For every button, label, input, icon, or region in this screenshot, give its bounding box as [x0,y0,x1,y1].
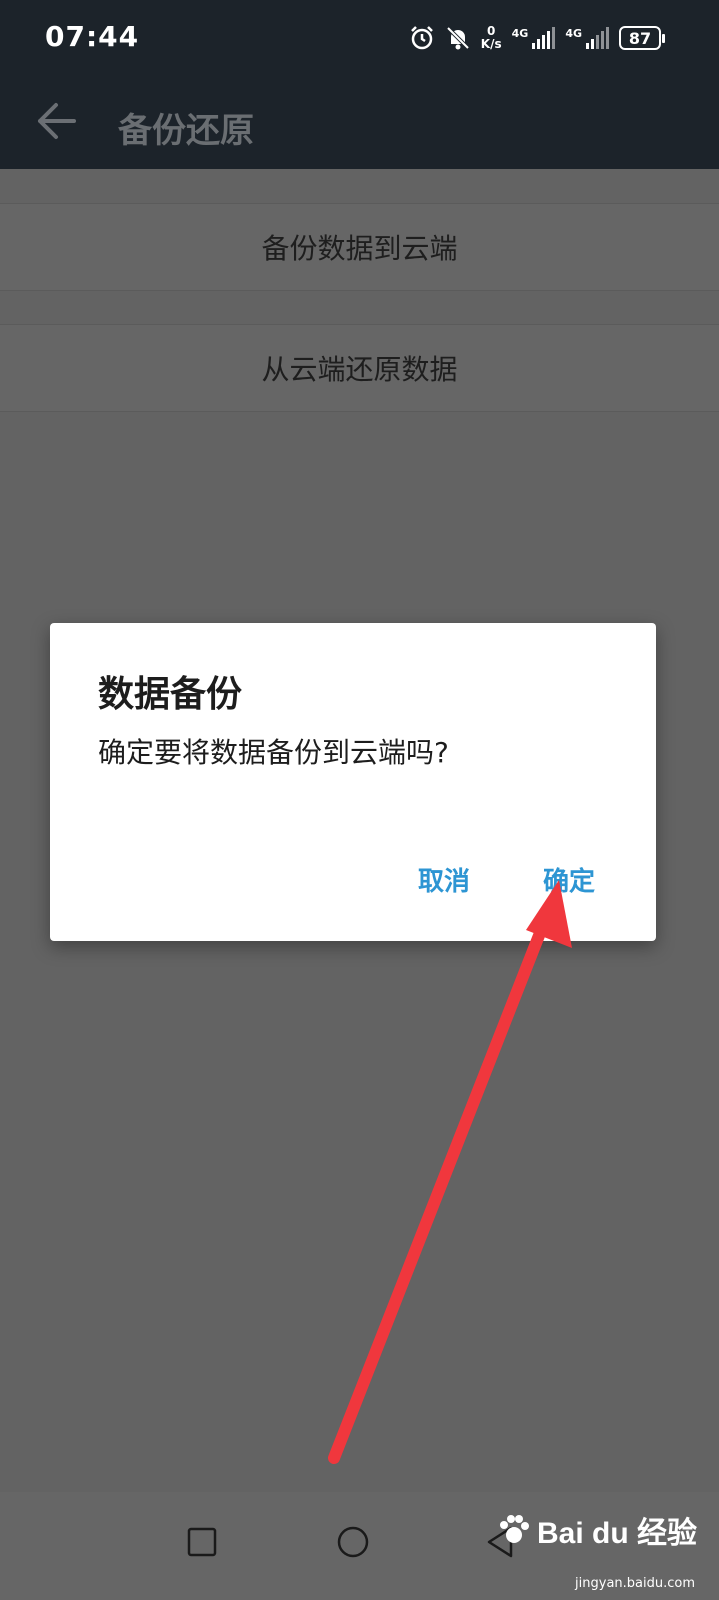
status-icons: 0 K/s 4G 4G 87 [409,20,665,56]
watermark-brand: Bai du 经验 [536,1517,697,1550]
backup-to-cloud-item[interactable]: 备份数据到云端 [0,203,719,291]
recent-apps-button[interactable] [172,1512,232,1572]
sim2-label: 4G [565,27,582,40]
backup-confirm-dialog: 数据备份 确定要将数据备份到云端吗? 取消 确定 [50,623,656,941]
battery-icon: 87 [619,26,665,50]
cancel-button[interactable]: 取消 [418,861,470,898]
square-icon [187,1527,217,1557]
app-header: 备份还原 [0,76,719,169]
sim1-label: 4G [511,27,529,40]
home-button[interactable] [323,1512,383,1572]
mute-icon [446,26,470,50]
restore-from-cloud-item[interactable]: 从云端还原数据 [0,324,719,412]
baidu-watermark: Bai du 经验 [497,1508,697,1552]
list-item-label: 备份数据到云端 [261,232,458,265]
dialog-message: 确定要将数据备份到云端吗? [98,736,449,769]
alarm-icon [410,26,433,50]
signal-icon: 4G [512,27,556,49]
paw-logo-icon [499,1515,529,1543]
battery-level: 87 [628,28,652,48]
page-title: 备份还原 [118,111,254,151]
status-bar: 07:44 0 K/s 4G 4G 87 [0,0,719,76]
network-speed: 0 K/s [481,25,502,51]
list-item-label: 从云端还原数据 [261,353,458,386]
signal-icon: 4G [565,27,609,49]
confirm-button[interactable]: 确定 [543,861,595,898]
circle-icon [337,1526,369,1558]
dialog-title: 数据备份 [98,674,243,715]
network-speed-unit: K/s [480,37,502,51]
watermark-url: jingyan.baidu.com [575,1576,695,1591]
status-time: 07:44 [45,20,140,53]
back-arrow-icon[interactable] [34,99,78,143]
